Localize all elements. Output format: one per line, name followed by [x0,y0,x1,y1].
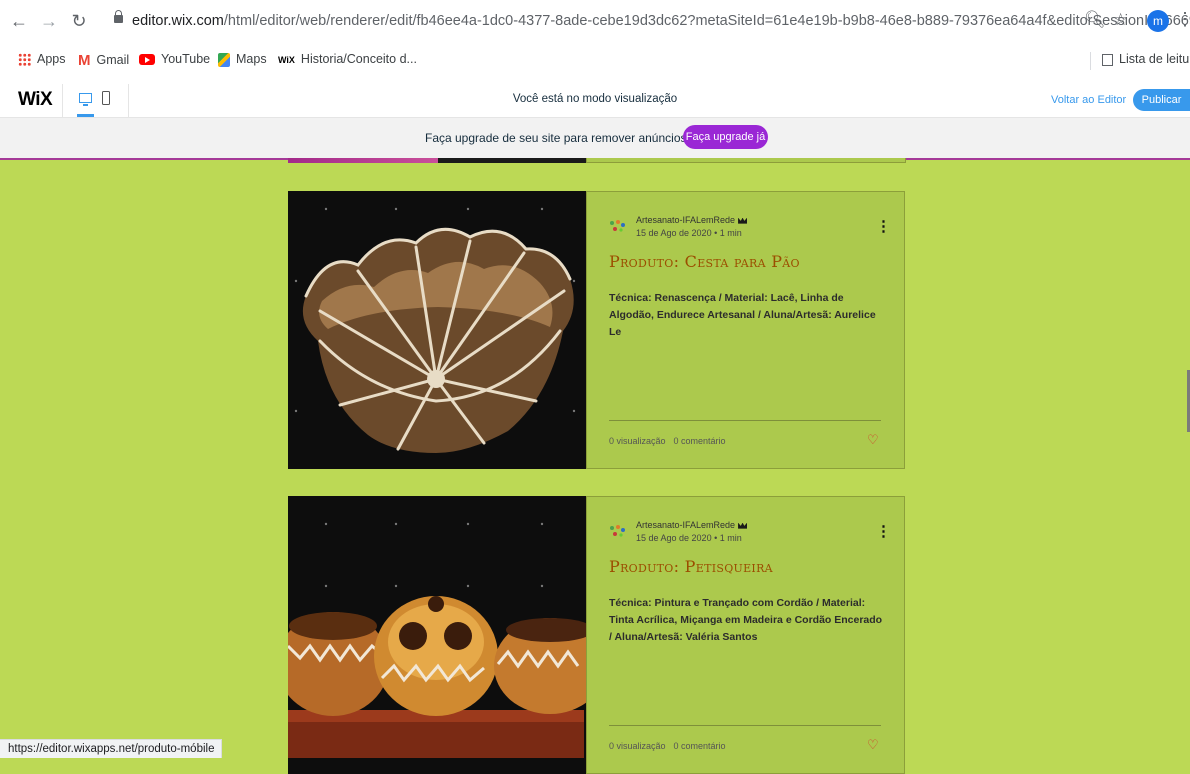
author-row: Artesanato-IFALemRede 15 de Ago de 2020 … [609,518,891,548]
post-title[interactable]: Produto: Cesta para Pão [609,252,889,271]
like-heart-icon[interactable]: ♡ [867,432,879,448]
crown-icon [738,217,748,224]
active-view-indicator [77,114,94,117]
author-name[interactable]: Artesanato-IFALemRede [636,520,748,530]
like-heart-icon[interactable]: ♡ [867,737,879,753]
browser-menu-icon[interactable]: ⋮ [1176,9,1190,30]
author-row: Artesanato-IFALemRede 15 de Ago de 2020 … [609,213,891,243]
post-stats: 0 visualização 0 comentário [609,741,734,751]
address-row: ← → ↻ editor.wix.com/html/editor/web/ren… [0,0,1190,44]
post-date: 15 de Ago de 2020 [636,228,712,238]
post-body[interactable]: Artesanato-IFALemRede 15 de Ago de 2020 … [586,496,905,774]
more-options-icon[interactable]: ⋮ [876,522,891,540]
preview-mode-message: Você está no modo visualização [512,93,678,105]
views-count: 0 visualização [609,741,666,751]
back-arrow-icon[interactable]: ← [8,10,30,32]
post-image-bread-basket[interactable] [288,191,586,469]
bookmark-gmail[interactable]: M Gmail [78,52,129,70]
gmail-icon: M [78,52,91,69]
bookmarks-bar: Apps M Gmail YouTube Maps WiX Historia/Con… [0,46,1190,76]
bookmark-historia[interactable]: WiX Historia/Conceito d... [278,52,417,70]
url-host: editor.wix.com [132,13,224,29]
previous-post-card[interactable] [288,158,906,163]
star-icon[interactable]: ☆ [1113,10,1128,30]
bookmark-apps[interactable]: Apps [18,52,66,70]
wix-preview-bar: WiX Você está no modo visualização Volta… [0,84,1190,118]
status-bar-url: https://editor.wixapps.net/produto-móbil… [0,739,222,758]
post-image-snack-bowls[interactable] [288,496,586,774]
post-body[interactable]: Artesanato-IFALemRede 15 de Ago de 2020 … [586,191,905,469]
blog-post-card[interactable]: Artesanato-IFALemRede 15 de Ago de 2020 … [288,496,905,774]
upgrade-button[interactable]: Faça upgrade já [683,125,768,149]
comments-count[interactable]: 0 comentário [674,436,726,446]
publish-button[interactable]: Publicar [1133,89,1190,111]
apps-grid-icon [18,53,31,67]
post-image[interactable] [288,158,586,163]
crown-icon [738,522,748,529]
bookmark-maps[interactable]: Maps [218,52,267,70]
author-avatar[interactable] [609,524,627,538]
comments-count[interactable]: 0 comentário [674,741,726,751]
upgrade-text: Faça upgrade de seu site para remover an… [425,131,710,145]
bookmark-label: Maps [236,52,267,66]
author-name-text: Artesanato-IFALemRede [636,520,736,530]
bookmarks-divider [1090,52,1091,70]
bookmark-youtube[interactable]: YouTube [139,52,210,70]
divider [609,725,881,726]
url-text[interactable]: editor.wix.com/html/editor/web/renderer/… [132,13,1190,29]
post-stats: 0 visualização 0 comentário [609,436,734,446]
blog-post-card[interactable]: Artesanato-IFALemRede 15 de Ago de 2020 … [288,191,905,469]
maps-icon [218,52,230,67]
post-date: 15 de Ago de 2020 [636,533,712,543]
divider [609,420,881,421]
reading-list-label: Lista de leitura [1119,52,1190,66]
upgrade-banner: Faça upgrade de seu site para remover an… [0,118,1190,160]
reload-icon[interactable]: ↻ [68,10,90,32]
reading-list-icon [1102,53,1113,66]
browser-chrome: ← → ↻ editor.wix.com/html/editor/web/ren… [0,0,1190,84]
bookmark-label: Apps [37,52,66,66]
post-title[interactable]: Produto: Petisqueira [609,557,889,576]
back-to-editor-link[interactable]: Voltar ao Editor [1051,94,1126,106]
bookmark-label: YouTube [161,52,211,66]
bookmark-label: Gmail [96,52,130,67]
bread-basket-image [294,207,576,453]
post-body[interactable] [586,158,906,163]
bookmark-label: Historia/Conceito d... [300,52,417,66]
youtube-icon [139,54,155,66]
forward-arrow-icon[interactable]: → [38,10,60,32]
lock-icon[interactable] [114,10,123,23]
author-name[interactable]: Artesanato-IFALemRede [636,215,748,225]
snack-bowls-image [288,522,586,758]
post-excerpt[interactable]: Técnica: Renascença / Material: Lacê, Li… [609,290,885,341]
wix-icon: WiX [278,54,295,65]
profile-avatar[interactable]: m [1147,10,1169,32]
post-meta: 15 de Ago de 2020 • 1 min [636,228,742,238]
address-bar[interactable]: editor.wix.com/html/editor/web/renderer/… [104,7,1190,37]
read-time: 1 min [719,228,742,238]
zoom-icon[interactable]: 🔍︎ [1084,10,1106,30]
reading-list[interactable]: Lista de leitura [1102,52,1190,66]
more-options-icon[interactable]: ⋮ [876,217,891,235]
author-avatar[interactable] [609,219,627,233]
post-meta: 15 de Ago de 2020 • 1 min [636,533,742,543]
read-time: 1 min [719,533,742,543]
url-path: /html/editor/web/renderer/edit/fb46ee4a-… [223,13,1190,29]
author-name-text: Artesanato-IFALemRede [636,215,736,225]
views-count: 0 visualização [609,436,666,446]
post-excerpt[interactable]: Técnica: Pintura e Trançado com Cordão /… [609,595,885,646]
